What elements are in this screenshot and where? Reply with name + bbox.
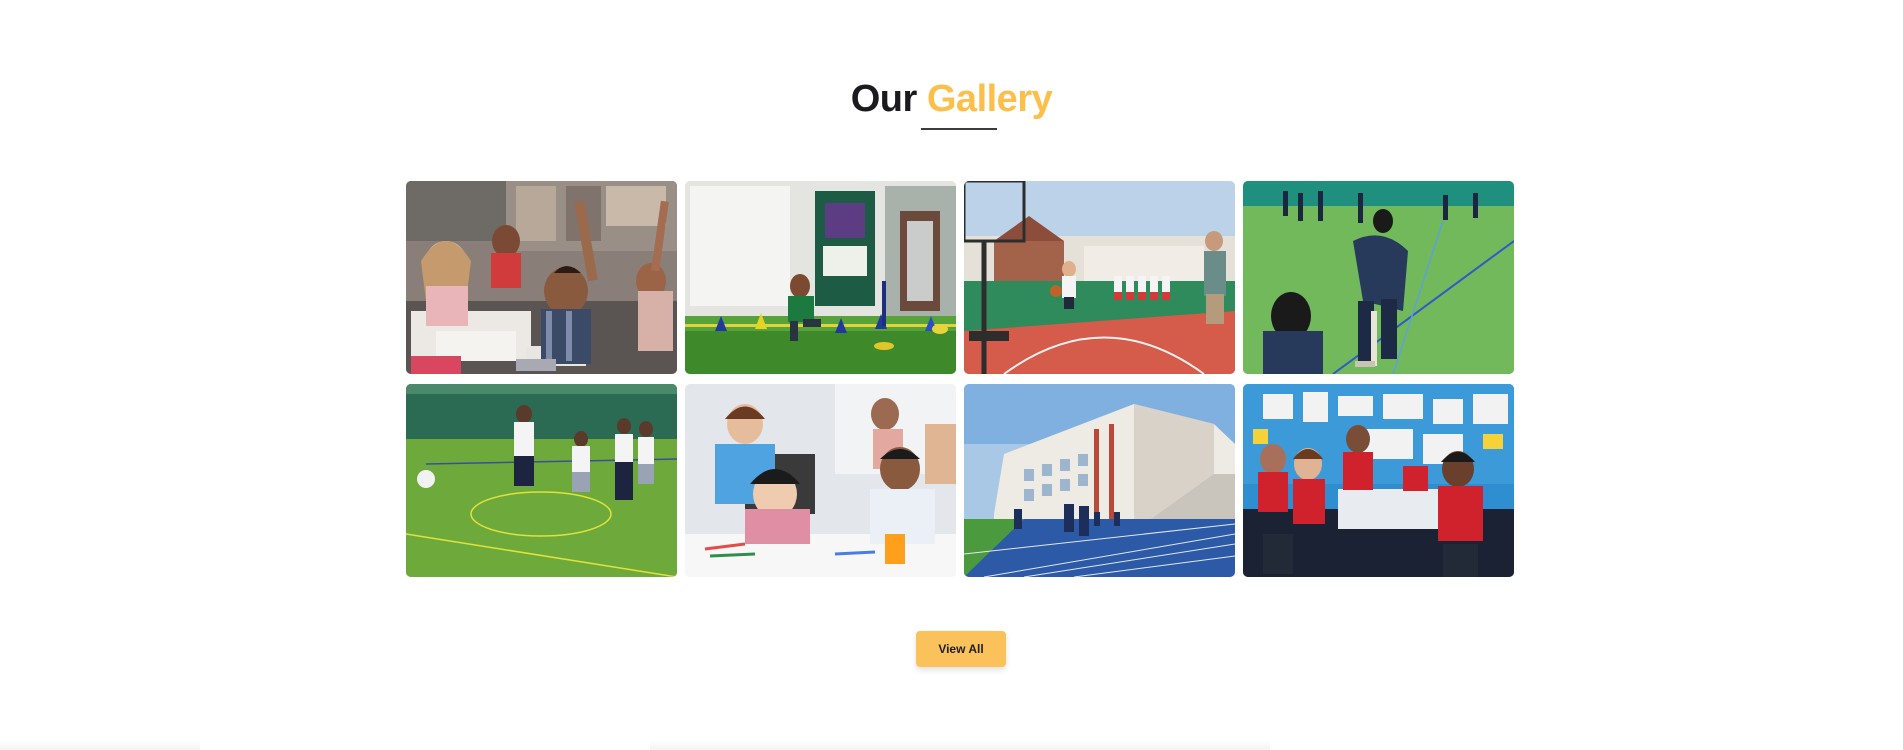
section-heading: Our Gallery	[0, 72, 1903, 126]
title-part-our: Our	[850, 78, 918, 120]
basketball-court-photo	[964, 181, 1235, 374]
gallery-title: Our Gallery	[0, 72, 1903, 126]
gallery-image-basketball-court[interactable]	[964, 181, 1235, 374]
footer-edge-left	[0, 740, 200, 750]
gallery-image-football[interactable]	[406, 384, 677, 577]
classroom-photo	[406, 181, 677, 374]
title-part-gallery: Gallery	[926, 78, 1053, 120]
gallery-page: Our Gallery View All	[0, 0, 1903, 750]
football-photo	[406, 384, 677, 577]
view-all-button[interactable]: View All	[916, 631, 1006, 667]
running-track-photo	[964, 384, 1235, 577]
gallery-image-running-track[interactable]	[964, 384, 1235, 577]
gallery-image-red-uniform-class[interactable]	[1243, 384, 1514, 577]
cricket-photo	[1243, 181, 1514, 374]
red-uniform-class-photo	[1243, 384, 1514, 577]
gallery-image-students[interactable]	[685, 384, 956, 577]
obstacle-course-photo	[685, 181, 956, 374]
title-underline	[921, 128, 997, 130]
students-photo	[685, 384, 956, 577]
gallery-image-classroom[interactable]	[406, 181, 677, 374]
gallery-image-obstacle-course[interactable]	[685, 181, 956, 374]
gallery-grid	[406, 181, 1514, 577]
gallery-image-cricket[interactable]	[1243, 181, 1514, 374]
footer-edge-center	[650, 740, 1270, 750]
